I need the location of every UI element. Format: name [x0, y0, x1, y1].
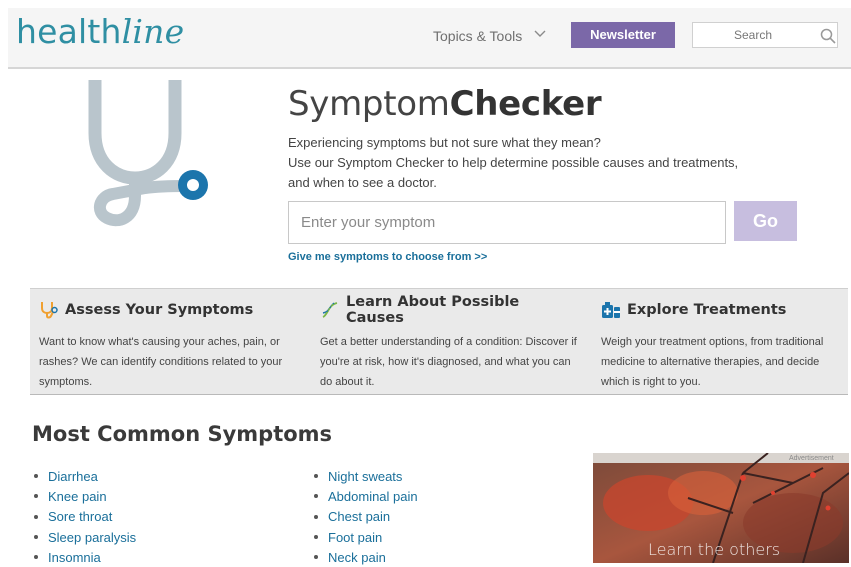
- give-symptoms-link[interactable]: Give me symptoms to choose from >>: [288, 251, 487, 263]
- symptom-link[interactable]: Foot pain: [328, 530, 382, 545]
- go-button[interactable]: Go: [734, 201, 797, 241]
- symptom-link[interactable]: Knee pain: [48, 489, 107, 504]
- list-item[interactable]: Abdominal pain: [312, 486, 418, 506]
- symptom-input[interactable]: [288, 201, 726, 244]
- newsletter-button[interactable]: Newsletter: [571, 22, 675, 48]
- description-line: Experiencing symptoms but not sure what …: [288, 135, 601, 150]
- most-common-title: Most Common Symptoms: [32, 422, 333, 446]
- feature-assess: Assess Your Symptoms Want to know what's…: [39, 300, 299, 392]
- list-item[interactable]: Sore throat: [32, 507, 136, 527]
- feature-text: Want to know what's causing your aches, …: [39, 336, 283, 388]
- feature-text: Weigh your treatment options, from tradi…: [601, 336, 824, 388]
- list-item[interactable]: Knee pain: [32, 486, 136, 506]
- feature-title-wrap: Assess Your Symptoms: [39, 300, 299, 320]
- advertisement-label: Advertisement: [789, 455, 834, 462]
- list-item[interactable]: Diarrhea: [32, 466, 136, 486]
- symptom-link[interactable]: Night sweats: [328, 469, 402, 484]
- feature-causes: Learn About Possible Causes Get a better…: [320, 294, 580, 392]
- search-box[interactable]: [692, 22, 838, 48]
- description-line: Use our Symptom Checker to help determin…: [288, 155, 739, 170]
- feature-title-wrap: Learn About Possible Causes: [320, 294, 580, 326]
- healthline-logo[interactable]: healthline: [16, 12, 184, 51]
- feature-text: Get a better understanding of a conditio…: [320, 336, 577, 388]
- symptom-link[interactable]: Diarrhea: [48, 469, 98, 484]
- feature-treatments: Explore Treatments Weigh your treatment …: [601, 300, 841, 392]
- topics-tools-menu[interactable]: Topics & Tools: [433, 28, 522, 44]
- list-item[interactable]: Foot pain: [312, 527, 418, 547]
- list-item[interactable]: Neck pain: [312, 547, 418, 567]
- symptom-list-2: Night sweats Abdominal pain Chest pain F…: [312, 466, 418, 567]
- list-item[interactable]: Insomnia: [32, 547, 136, 567]
- symptom-list-1: Diarrhea Knee pain Sore throat Sleep par…: [32, 466, 136, 567]
- symptom-link[interactable]: Sleep paralysis: [48, 530, 136, 545]
- list-item[interactable]: Sleep paralysis: [32, 527, 136, 547]
- list-item[interactable]: Night sweats: [312, 466, 418, 486]
- hero-description: Experiencing symptoms but not sure what …: [288, 133, 788, 193]
- symptom-link[interactable]: Sore throat: [48, 509, 112, 524]
- medicine-kit-icon: [602, 302, 620, 318]
- description-line: and when to see a doctor.: [288, 175, 437, 190]
- dna-icon: [322, 302, 338, 318]
- feature-title: Assess Your Symptoms: [65, 302, 254, 318]
- feature-title: Learn About Possible Causes: [346, 294, 520, 326]
- list-item[interactable]: Chest pain: [312, 507, 418, 527]
- page-title: SymptomChecker: [288, 84, 602, 124]
- search-icon[interactable]: [820, 28, 836, 44]
- feature-title-wrap: Explore Treatments: [601, 300, 841, 320]
- feature-title: Explore Treatments: [627, 302, 787, 318]
- symptom-link[interactable]: Chest pain: [328, 509, 390, 524]
- chevron-down-icon[interactable]: [534, 29, 546, 39]
- stethoscope-icon: [41, 302, 58, 319]
- advertisement-text[interactable]: Learn the others: [648, 540, 780, 559]
- stethoscope-illustration-icon: [88, 80, 208, 227]
- search-input[interactable]: [693, 23, 813, 47]
- symptom-link[interactable]: Abdominal pain: [328, 489, 418, 504]
